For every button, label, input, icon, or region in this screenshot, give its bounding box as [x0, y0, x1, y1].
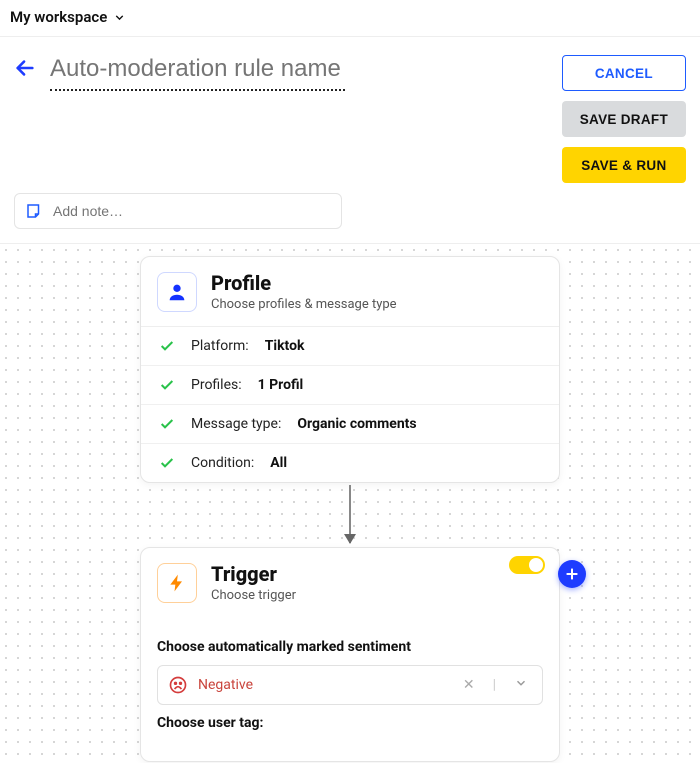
lightning-icon [167, 573, 187, 593]
profile-row-condition: Condition: All [141, 444, 559, 482]
profile-card-title: Profile [211, 271, 397, 295]
cancel-button[interactable]: CANCEL [562, 55, 686, 91]
workspace-name: My workspace [10, 8, 107, 26]
trigger-card[interactable]: Trigger Choose trigger Choose automatica… [140, 547, 560, 762]
check-icon [159, 377, 175, 393]
profile-row-message-type: Message type: Organic comments [141, 405, 559, 444]
sentiment-dropdown-chevron[interactable] [506, 676, 532, 694]
back-button[interactable] [14, 57, 36, 83]
arrow-left-icon [14, 57, 36, 79]
check-icon [159, 455, 175, 471]
profile-icon [157, 272, 197, 312]
clear-sentiment[interactable]: ✕ [455, 677, 483, 693]
note-input-wrap[interactable] [14, 193, 342, 229]
workspace-switcher[interactable]: My workspace [0, 0, 700, 37]
check-icon [159, 338, 175, 354]
save-draft-button[interactable]: SAVE DRAFT [562, 101, 686, 137]
profile-card[interactable]: Profile Choose profiles & message type P… [140, 256, 560, 483]
check-icon [159, 416, 175, 432]
note-icon [25, 202, 43, 220]
profile-row-profiles: Profiles: 1 Profil [141, 366, 559, 405]
note-field[interactable] [53, 203, 331, 219]
flow-connector [349, 485, 351, 543]
sentiment-select[interactable]: Negative ✕ | [157, 665, 543, 705]
chevron-down-icon [514, 676, 528, 690]
save-run-button[interactable]: SAVE & RUN [562, 147, 686, 183]
add-step-button[interactable] [558, 560, 586, 588]
person-icon [166, 281, 188, 303]
trigger-toggle[interactable] [509, 556, 545, 574]
rule-name-input[interactable] [50, 55, 345, 91]
plus-icon [564, 566, 580, 582]
user-tag-label: Choose user tag: [157, 715, 543, 731]
profile-card-subtitle: Choose profiles & message type [211, 297, 397, 312]
trigger-card-title: Trigger [211, 562, 296, 586]
flow-canvas: Profile Choose profiles & message type P… [0, 243, 700, 763]
sad-face-icon [168, 675, 188, 695]
trigger-card-subtitle: Choose trigger [211, 588, 296, 603]
chevron-down-icon [113, 11, 126, 24]
trigger-icon-box [157, 563, 197, 603]
sentiment-value: Negative [198, 677, 445, 693]
sentiment-label: Choose automatically marked sentiment [157, 639, 543, 655]
profile-row-platform: Platform: Tiktok [141, 327, 559, 366]
